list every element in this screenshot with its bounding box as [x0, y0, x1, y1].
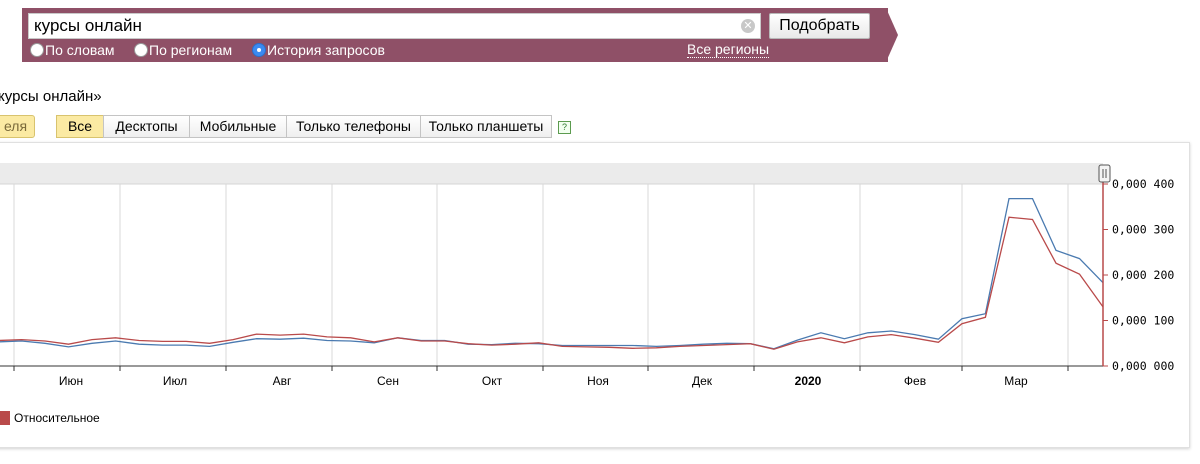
y-tick-label: 0,000 400	[1112, 177, 1174, 191]
y-tick-label: 0,000 000	[1112, 359, 1174, 373]
x-tick-label: Июн	[59, 374, 83, 388]
scroll-handle[interactable]	[1098, 164, 1111, 183]
x-tick-label: Ноя	[587, 374, 609, 388]
legend-swatch	[0, 411, 10, 425]
range-navigator[interactable]	[0, 163, 1103, 184]
x-tick-label: Сен	[377, 374, 399, 388]
y-tick-label: 0,000 200	[1112, 268, 1174, 282]
legend-label: Относительное	[14, 411, 100, 425]
series-line-1	[0, 216, 1104, 350]
x-tick-label: Мар	[1004, 374, 1028, 388]
y-tick-label: 0,000 100	[1112, 314, 1174, 328]
x-tick-label: Дек	[692, 374, 713, 388]
series-line-0	[0, 197, 1104, 350]
x-tick-label: 2020	[795, 374, 822, 388]
line-chart: 0,000 000 0,000 100 0,000 200 0,000 300 0,00…	[0, 163, 1174, 388]
x-tick-label: Окт	[482, 374, 503, 388]
y-tick-label: 0,000 300	[1112, 223, 1174, 237]
x-tick-label: Фев	[904, 374, 926, 388]
x-tick-label: Авг	[273, 374, 292, 388]
x-tick-label: Июл	[163, 374, 187, 388]
